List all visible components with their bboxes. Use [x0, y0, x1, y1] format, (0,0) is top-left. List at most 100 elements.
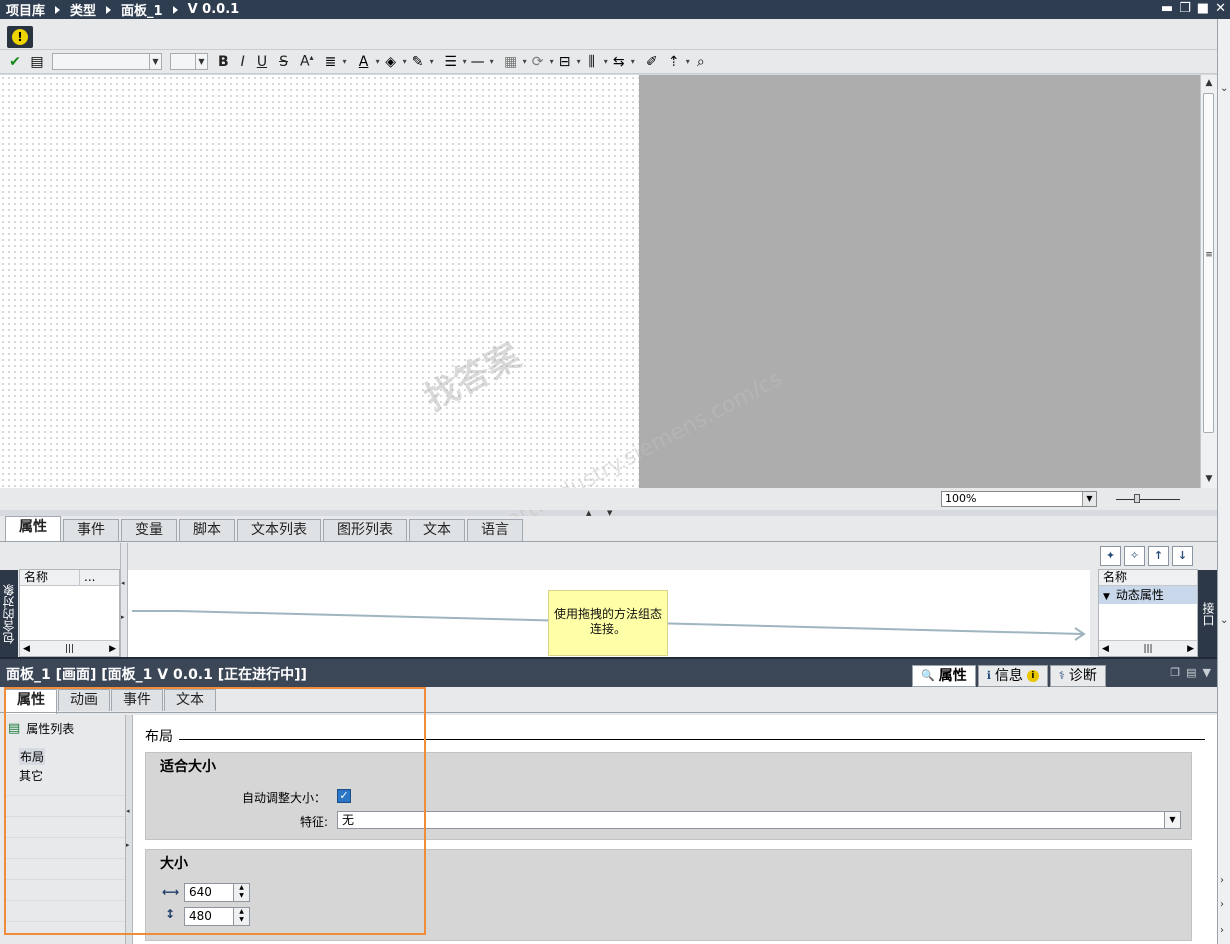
scroll-thumb[interactable] — [1203, 93, 1214, 433]
zoom-icon[interactable]: ⌕ — [690, 52, 712, 72]
restore-icon[interactable]: ❐ — [1179, 1, 1191, 16]
font-family-select[interactable]: ▼ — [52, 53, 162, 70]
chevron-left-icon[interactable]: ◂ — [121, 579, 125, 587]
same-size-icon[interactable]: ⇆ — [608, 52, 630, 72]
align-objects-icon[interactable]: ⊟ — [554, 52, 576, 72]
tab-languages[interactable]: 语言 — [467, 519, 523, 541]
property-list-title[interactable]: ▤ 属性列表 — [8, 720, 74, 737]
tab-prop-events[interactable]: 事件 — [111, 689, 163, 711]
zoom-select[interactable]: 100% ▼ — [941, 491, 1097, 507]
tab-texts[interactable]: 文本 — [409, 519, 465, 541]
tab-inspector-diagnostics[interactable]: ⚕ 诊断 — [1049, 665, 1106, 687]
contained-objects-side-tab[interactable]: 包含的对象 — [0, 570, 18, 658]
expand-triangle-icon[interactable]: ▼ — [1103, 592, 1110, 602]
scroll-left-icon[interactable]: ◀ — [23, 644, 30, 654]
screen-settings-icon[interactable]: ▤ — [26, 52, 48, 72]
scroll-right-icon[interactable]: ▶ — [109, 644, 116, 654]
italic-button[interactable]: I — [235, 54, 251, 70]
warning-button[interactable]: ! — [7, 26, 33, 48]
column-more[interactable]: ... — [80, 570, 95, 585]
line-width-icon[interactable]: ☰ — [440, 52, 462, 72]
underline-button[interactable]: U — [251, 54, 273, 70]
dropdown-arrow-icon[interactable]: ▾ — [343, 57, 347, 66]
move-down-icon[interactable]: ↓ — [1172, 546, 1193, 566]
tab-events[interactable]: 事件 — [63, 519, 119, 541]
interface-side-tab[interactable]: 接口 — [1198, 570, 1217, 658]
horizontal-scrollbar[interactable]: ◀ ||| ▶ — [20, 640, 119, 656]
chevron-down-icon[interactable]: ⌄ — [1220, 83, 1228, 94]
contained-objects-list[interactable]: 名称 ... ◀ ||| ▶ — [19, 569, 120, 657]
font-size-select[interactable]: ▼ — [170, 53, 208, 70]
dropdown-arrow-icon[interactable]: ▾ — [490, 57, 494, 66]
breadcrumb-item[interactable]: 类型 — [70, 0, 96, 19]
chevron-right-icon[interactable]: ▸ — [126, 841, 130, 849]
horizontal-scrollbar[interactable]: ◀ ||| ▶ — [1099, 640, 1197, 656]
bold-button[interactable]: B — [212, 54, 235, 70]
tab-text-lists[interactable]: 文本列表 — [237, 519, 321, 541]
stepper-arrows-icon[interactable]: ▲ ▼ — [233, 884, 249, 901]
move-up-icon[interactable]: ↑ — [1148, 546, 1169, 566]
format-painter-icon[interactable]: ✐ — [641, 52, 663, 72]
layer-order-icon[interactable]: ▦ — [500, 52, 522, 72]
close-icon[interactable]: ✕ — [1215, 1, 1226, 16]
zoom-slider-knob[interactable] — [1134, 494, 1140, 503]
stepper-arrows-icon[interactable]: ▲ ▼ — [233, 908, 249, 925]
dropdown-arrow-icon[interactable]: ▾ — [430, 57, 434, 66]
connection-area[interactable]: 使用拖拽的方法组态连接。 — [128, 570, 1090, 658]
scroll-right-icon[interactable]: ▶ — [1187, 644, 1194, 654]
reset-icon[interactable]: ⇡ — [663, 52, 685, 72]
add-property-icon[interactable]: ✦ — [1100, 546, 1121, 566]
breadcrumb-item[interactable]: V 0.0.1 — [188, 2, 240, 17]
align-text-icon[interactable]: ≣ — [320, 52, 342, 72]
rotate-icon[interactable]: ⟳ — [527, 52, 549, 72]
nav-splitter[interactable]: ◂ ▸ — [125, 715, 133, 944]
interface-list[interactable]: 名称 ▼ 动态属性 ◀ ||| ▶ — [1098, 569, 1198, 657]
minimize-icon[interactable]: ▬ — [1161, 1, 1173, 16]
font-size-increase-button[interactable]: A▴ — [294, 53, 320, 70]
tab-properties[interactable]: 属性 — [5, 516, 61, 541]
screen-canvas[interactable] — [0, 75, 640, 488]
line-color-icon[interactable]: ✎ — [407, 52, 429, 72]
fill-color-icon[interactable]: ◈ — [380, 52, 402, 72]
nav-item-layout[interactable]: 布局 — [19, 748, 46, 765]
chevron-right-icon[interactable]: › — [1220, 925, 1224, 936]
distribute-icon[interactable]: ⫼ — [581, 52, 603, 72]
zoom-slider[interactable] — [1112, 492, 1184, 506]
auto-size-checkbox[interactable]: ✓ — [337, 789, 351, 803]
layout-icon[interactable]: ▤ — [1186, 666, 1196, 679]
nav-item-misc[interactable]: 其它 — [19, 767, 43, 784]
dropdown-arrow-icon[interactable]: ▾ — [631, 57, 635, 66]
check-icon[interactable]: ✔ — [4, 52, 26, 72]
scroll-left-icon[interactable]: ◀ — [1102, 644, 1109, 654]
panel-splitter[interactable]: ◂ ▸ — [120, 543, 128, 657]
scroll-down-icon[interactable]: ▼ — [1201, 471, 1217, 487]
tab-graphic-lists[interactable]: 图形列表 — [323, 519, 407, 541]
tab-tags[interactable]: 变量 — [121, 519, 177, 541]
line-style-icon[interactable]: — — [467, 52, 489, 72]
feature-select[interactable]: 无 ▼ — [337, 811, 1181, 829]
chevron-left-icon[interactable]: ◂ — [126, 807, 130, 815]
width-stepper[interactable]: 640 ▲ ▼ — [184, 883, 250, 902]
tab-prop-texts[interactable]: 文本 — [164, 689, 216, 711]
maximize-icon[interactable]: ■ — [1197, 1, 1209, 16]
height-stepper[interactable]: 480 ▲ ▼ — [184, 907, 250, 926]
tab-prop-animation[interactable]: 动画 — [58, 689, 110, 711]
list-item[interactable]: ▼ 动态属性 — [1099, 586, 1197, 604]
tab-prop-properties[interactable]: 属性 — [5, 689, 57, 714]
tab-scripts[interactable]: 脚本 — [179, 519, 235, 541]
tab-inspector-properties[interactable]: 🔍 属性 — [912, 665, 976, 687]
column-name[interactable]: 名称 — [1099, 570, 1197, 586]
float-window-icon[interactable]: ❐ — [1170, 666, 1180, 679]
scroll-up-icon[interactable]: ▲ — [1201, 75, 1217, 91]
column-name[interactable]: 名称 — [20, 570, 80, 585]
add-event-icon[interactable]: ✧ — [1124, 546, 1145, 566]
strikethrough-button[interactable]: S — [273, 54, 294, 70]
chevron-right-icon[interactable]: ▸ — [121, 613, 125, 621]
font-color-icon[interactable]: A — [353, 52, 375, 72]
chevron-right-icon[interactable]: › — [1220, 899, 1224, 910]
chevron-right-icon[interactable]: › — [1220, 875, 1224, 886]
collapse-icon[interactable]: ▼ — [1203, 666, 1211, 679]
vertical-scrollbar[interactable]: ▲ ≡ ▼ — [1200, 75, 1217, 488]
chevron-down-icon[interactable]: ⌄ — [1220, 615, 1228, 626]
breadcrumb-item[interactable]: 项目库 — [6, 0, 45, 19]
